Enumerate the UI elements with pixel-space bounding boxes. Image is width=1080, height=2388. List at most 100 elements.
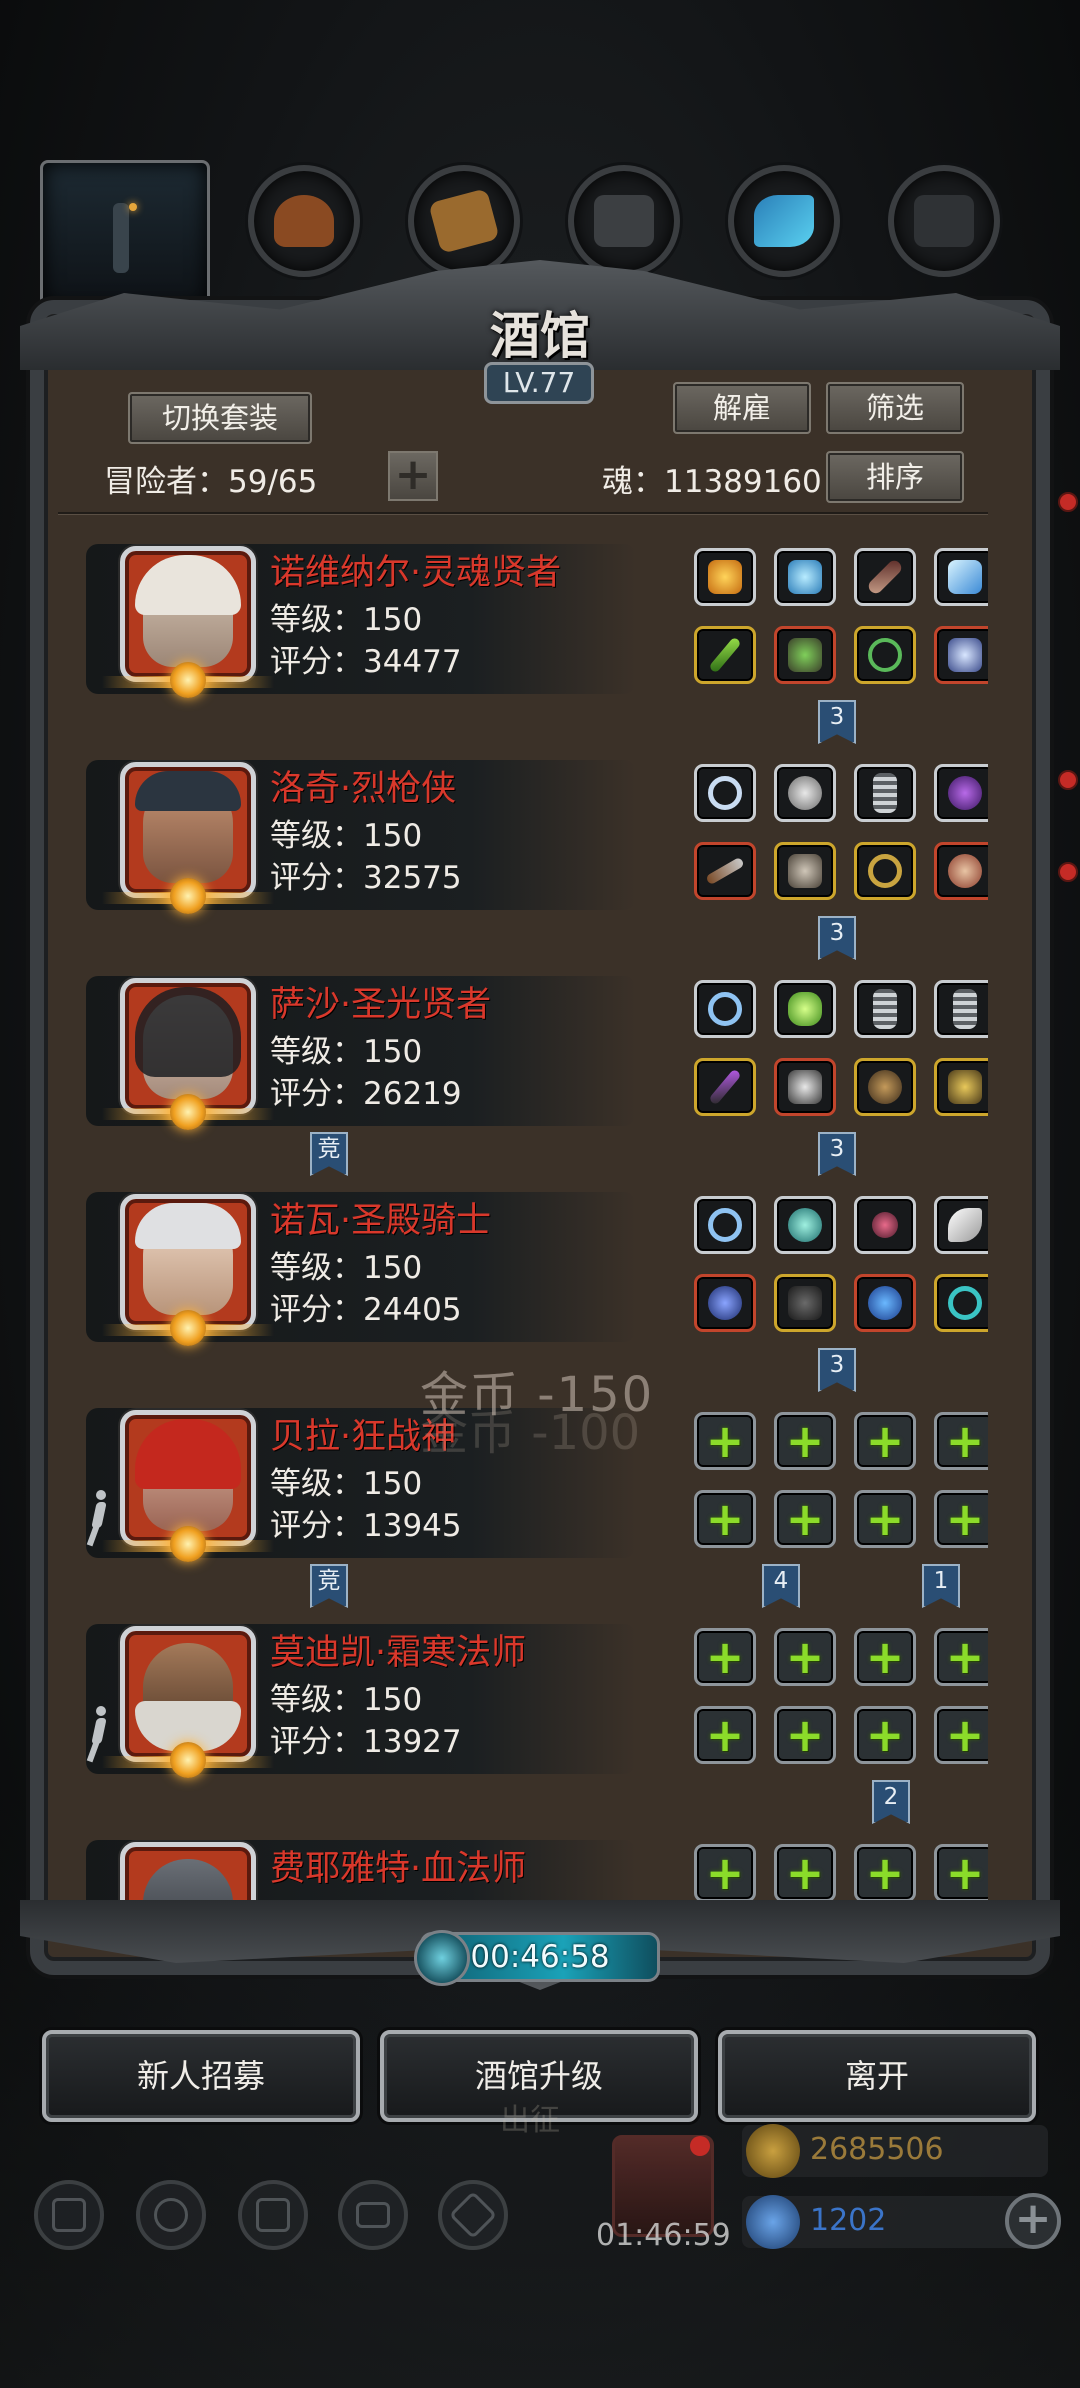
map-icon[interactable] bbox=[438, 2180, 508, 2250]
empty-equip-slot[interactable]: + bbox=[934, 1844, 988, 1902]
empty-equip-slot[interactable]: + bbox=[934, 1628, 988, 1686]
empty-equip-slot[interactable]: + bbox=[854, 1490, 916, 1548]
empty-equip-slot[interactable]: + bbox=[694, 1490, 756, 1548]
tab-leather[interactable] bbox=[248, 165, 360, 277]
empty-equip-slot[interactable]: + bbox=[934, 1412, 988, 1470]
level-badge: LV.77 bbox=[484, 362, 594, 404]
equip-slot[interactable] bbox=[774, 1274, 836, 1332]
filter-button[interactable]: 筛选 bbox=[826, 382, 964, 434]
purple-orb-icon bbox=[948, 776, 982, 810]
equip-slot[interactable] bbox=[694, 626, 756, 684]
equip-slot[interactable] bbox=[694, 1196, 756, 1254]
equip-slot[interactable] bbox=[694, 548, 756, 606]
equip-slot[interactable] bbox=[854, 1274, 916, 1332]
equip-slot[interactable] bbox=[854, 1196, 916, 1254]
equip-slot[interactable] bbox=[774, 980, 836, 1038]
empty-equip-slot[interactable]: + bbox=[694, 1628, 756, 1686]
hero-level: 等级：150 bbox=[270, 602, 423, 638]
hero-name: 萨沙·圣光贤者 bbox=[270, 985, 492, 1025]
wing-icon bbox=[948, 1208, 982, 1242]
tab-steel[interactable] bbox=[888, 165, 1000, 277]
badge-icon[interactable] bbox=[136, 2180, 206, 2250]
empty-equip-slot[interactable]: + bbox=[854, 1628, 916, 1686]
equip-slot[interactable] bbox=[934, 626, 988, 684]
leave-button[interactable]: 离开 bbox=[718, 2030, 1036, 2122]
tab-tavern-scene[interactable] bbox=[40, 160, 210, 310]
equip-slot[interactable] bbox=[854, 980, 916, 1038]
sort-button[interactable]: 排序 bbox=[826, 451, 964, 503]
equip-slot[interactable] bbox=[774, 1196, 836, 1254]
slot-level-ribbon: 1 bbox=[922, 1564, 960, 1608]
empty-equip-slot[interactable]: + bbox=[854, 1412, 916, 1470]
tab-iron[interactable] bbox=[568, 165, 680, 277]
add-slot-button[interactable]: + bbox=[388, 451, 438, 501]
equip-slot[interactable] bbox=[934, 980, 988, 1038]
dismiss-button[interactable]: 解雇 bbox=[673, 382, 811, 434]
empty-equip-slot[interactable]: + bbox=[694, 1844, 756, 1902]
hero-card[interactable]: 洛奇·烈枪侠 等级：150 评分：32575 bbox=[86, 746, 988, 924]
equip-slot[interactable] bbox=[934, 764, 988, 822]
amulet-icon bbox=[868, 638, 902, 672]
equip-slot[interactable] bbox=[854, 1058, 916, 1116]
equip-slot[interactable] bbox=[934, 1058, 988, 1116]
empty-equip-slot[interactable]: + bbox=[774, 1412, 836, 1470]
notice-icon[interactable] bbox=[238, 2180, 308, 2250]
equip-slot[interactable] bbox=[694, 764, 756, 822]
staff-icon bbox=[708, 636, 742, 674]
slot-level-ribbon: 3 bbox=[818, 1132, 856, 1176]
switch-outfit-button[interactable]: 切换套装 bbox=[128, 392, 312, 444]
hero-level: 等级：150 bbox=[270, 1466, 423, 1502]
equip-slot[interactable] bbox=[694, 1058, 756, 1116]
empty-equip-slot[interactable]: + bbox=[694, 1412, 756, 1470]
equip-slot[interactable] bbox=[774, 1058, 836, 1116]
portrait-hair bbox=[135, 555, 241, 615]
empty-equip-slot[interactable]: + bbox=[774, 1490, 836, 1548]
empty-equip-slot[interactable]: + bbox=[854, 1706, 916, 1764]
empty-equip-slot[interactable]: + bbox=[774, 1628, 836, 1686]
portrait-face bbox=[143, 1859, 233, 1905]
add-equipment-icon: + bbox=[705, 1414, 745, 1468]
equip-slot[interactable] bbox=[934, 1274, 988, 1332]
equip-slot[interactable] bbox=[854, 626, 916, 684]
settings-gear-icon[interactable] bbox=[34, 2180, 104, 2250]
empty-equip-slot[interactable]: + bbox=[934, 1706, 988, 1764]
running-status-icon bbox=[86, 1490, 112, 1547]
empty-equip-slot[interactable]: + bbox=[854, 1844, 916, 1902]
equip-slot[interactable] bbox=[774, 842, 836, 900]
equip-slot[interactable] bbox=[694, 842, 756, 900]
equip-slot[interactable] bbox=[854, 764, 916, 822]
add-equipment-icon: + bbox=[945, 1492, 985, 1546]
empty-equip-slot[interactable]: + bbox=[934, 1490, 988, 1548]
hero-list[interactable]: 诺维纳尔·灵魂贤者 等级：150 评分：34477 3 洛奇·烈枪侠 等级：15… bbox=[58, 520, 988, 1905]
empty-equip-slot[interactable]: + bbox=[694, 1706, 756, 1764]
equip-slot[interactable] bbox=[694, 1274, 756, 1332]
gold-ring-icon bbox=[868, 854, 902, 888]
hero-card[interactable]: 诺瓦·圣殿骑士 等级：150 评分：24405 bbox=[86, 1178, 988, 1356]
mail-icon[interactable] bbox=[338, 2180, 408, 2250]
tab-crystal[interactable] bbox=[728, 165, 840, 277]
equip-slot[interactable] bbox=[774, 626, 836, 684]
empty-equip-slot[interactable]: + bbox=[774, 1844, 836, 1902]
tab-wood[interactable] bbox=[408, 165, 520, 277]
equip-slot[interactable] bbox=[934, 1196, 988, 1254]
equip-slot[interactable] bbox=[934, 842, 988, 900]
equip-slot[interactable] bbox=[934, 548, 988, 606]
hero-card[interactable]: 费耶雅特·血法师 + + + + bbox=[86, 1826, 988, 1905]
add-gems-button[interactable]: + bbox=[1005, 2193, 1061, 2249]
amulet-icon bbox=[868, 1070, 902, 1104]
equip-slot[interactable] bbox=[854, 548, 916, 606]
equip-slot[interactable] bbox=[774, 548, 836, 606]
rank-star-icon bbox=[170, 1094, 206, 1130]
hero-portrait[interactable] bbox=[120, 1842, 256, 1905]
hero-name: 费耶雅特·血法师 bbox=[270, 1849, 527, 1889]
iron-ingot-icon bbox=[594, 195, 654, 247]
recruit-button[interactable]: 新人招募 bbox=[42, 2030, 360, 2122]
equip-slot[interactable] bbox=[774, 764, 836, 822]
hero-card[interactable]: 诺维纳尔·灵魂贤者 等级：150 评分：34477 bbox=[86, 530, 988, 708]
equip-slot[interactable] bbox=[854, 842, 916, 900]
equip-slot[interactable] bbox=[694, 980, 756, 1038]
hero-card[interactable]: 莫迪凯·霜寒法师 等级：150 评分：13927 + + + + + + + + bbox=[86, 1610, 988, 1788]
hero-card[interactable]: 萨沙·圣光贤者 等级：150 评分：26219 bbox=[86, 962, 988, 1140]
wood-plank-icon bbox=[428, 188, 500, 254]
empty-equip-slot[interactable]: + bbox=[774, 1706, 836, 1764]
